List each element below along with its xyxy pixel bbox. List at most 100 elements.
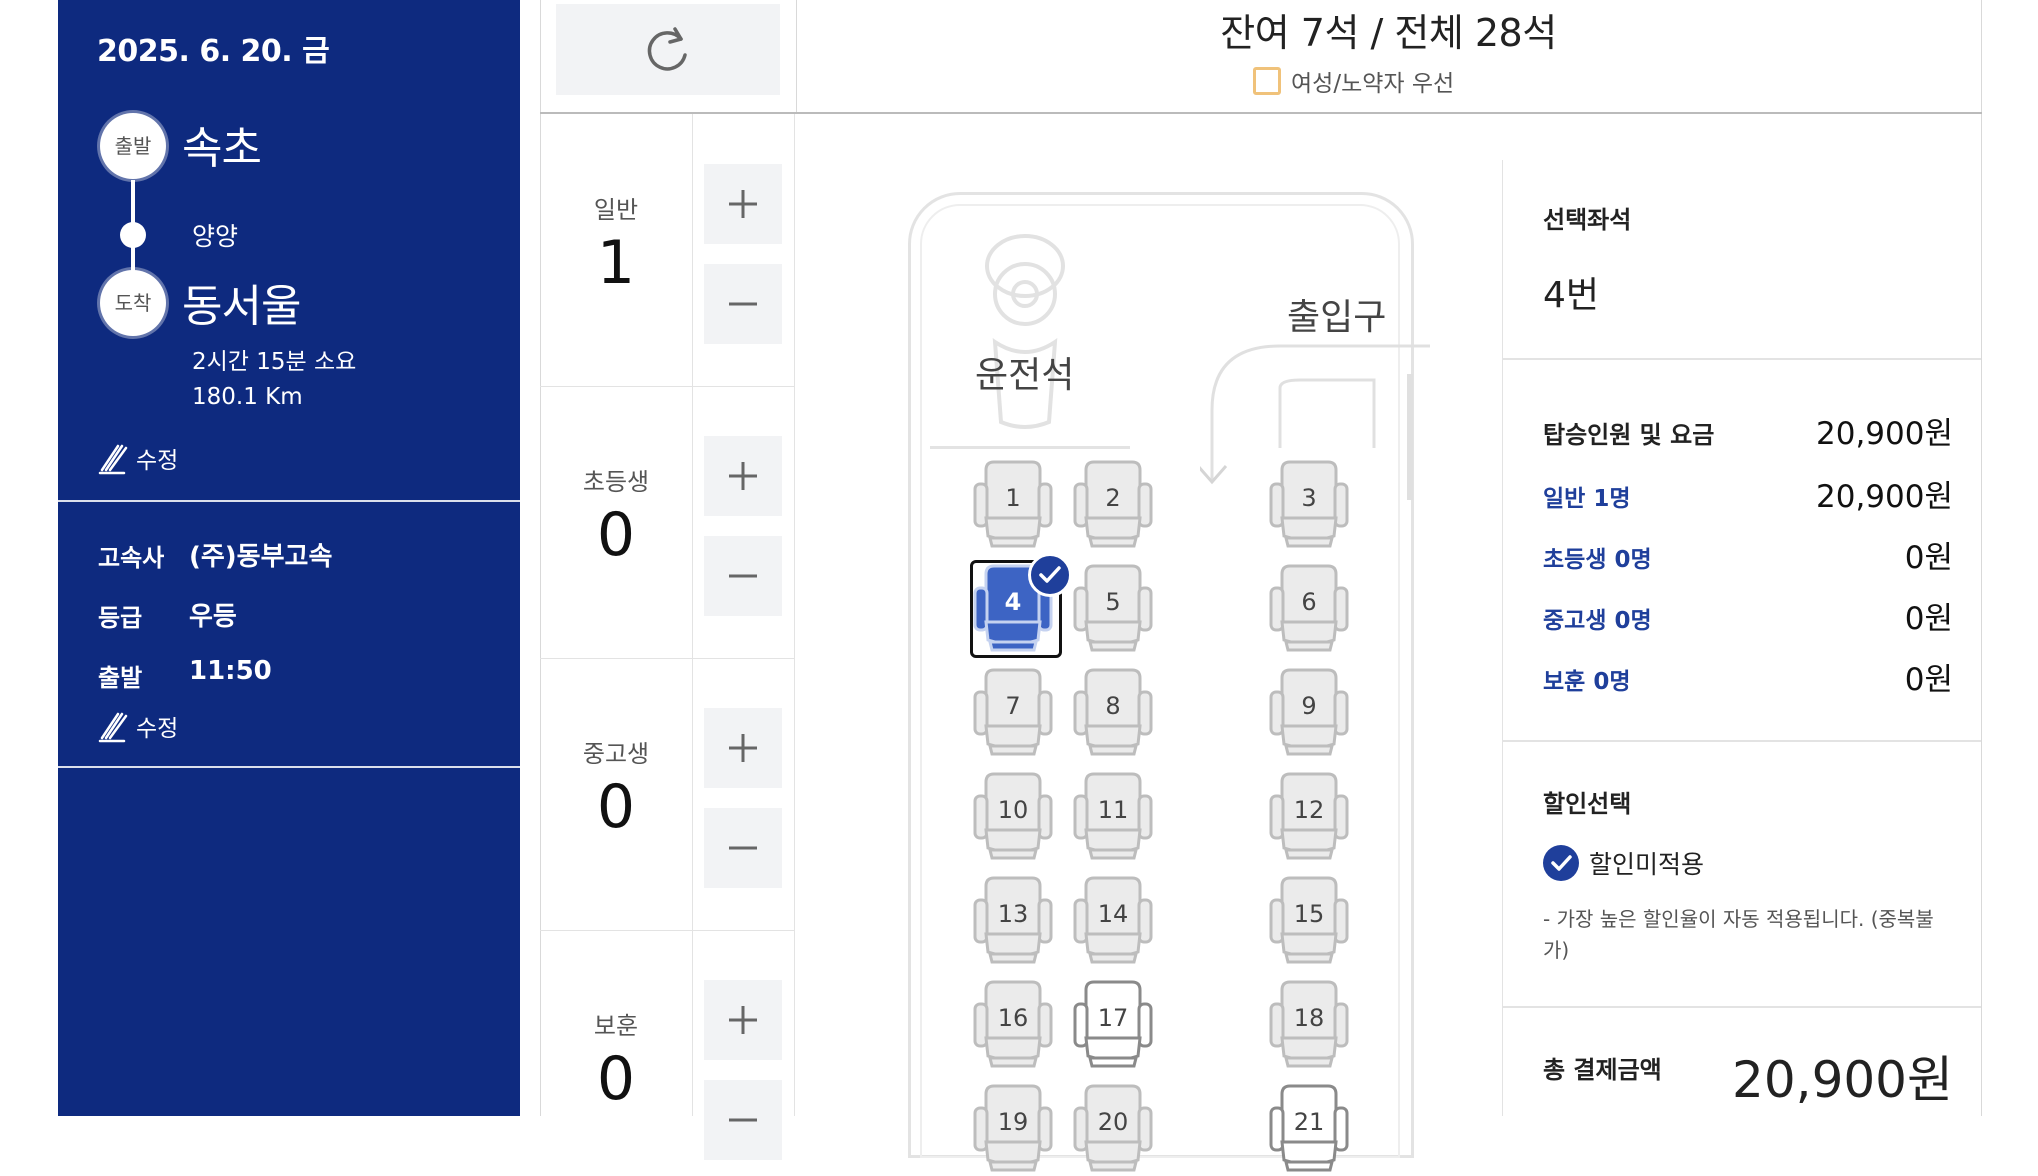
seat-number: 9: [1301, 692, 1317, 720]
counter-label: 일반: [593, 196, 639, 224]
grade-value: 우등: [189, 602, 237, 632]
minus-icon: [729, 1118, 757, 1122]
counter-value: 0: [596, 1044, 636, 1114]
minus-icon: [729, 574, 757, 578]
divider: [540, 112, 1982, 114]
seat-15: 15: [1268, 874, 1350, 964]
discount-note: - 가장 높은 할인율이 자동 적용됩니다. (중복불가): [1543, 907, 1934, 962]
discount-option[interactable]: 할인미적용: [1543, 845, 1704, 881]
pencil-icon: [98, 444, 128, 475]
radio-checked-icon[interactable]: [1543, 845, 1579, 881]
duration: 2시간 15분 소요: [192, 349, 357, 375]
pencil-icon: [98, 712, 128, 743]
seat-number: 21: [1293, 1108, 1325, 1136]
divider: [540, 386, 794, 387]
seat-3: 3: [1268, 458, 1350, 548]
travel-date: 2025. 6. 20. 금: [97, 34, 330, 69]
counter-label: 중고생: [582, 740, 650, 768]
increment-button[interactable]: [704, 436, 782, 516]
seat-number: 18: [1293, 1004, 1325, 1032]
plus-icon: [729, 462, 757, 490]
seat-9: 9: [1268, 666, 1350, 756]
depart-time-value: 11:50: [189, 656, 272, 686]
divider: [1981, 0, 1982, 1116]
arrive-city: 동서울: [182, 281, 301, 332]
plus-icon: [729, 734, 757, 762]
remaining-seats: 잔여 7석 / 전체 28석: [1220, 11, 1557, 55]
seat-1: 1: [972, 458, 1054, 548]
priority-checkbox[interactable]: [1253, 67, 1281, 95]
selected-seat-value: 4번: [1543, 275, 1600, 316]
fare-row-amount: 20,900원: [1816, 479, 1953, 515]
seat-number: 14: [1097, 900, 1129, 928]
decrement-button[interactable]: [704, 1080, 782, 1160]
seat-number: 11: [1097, 796, 1129, 824]
decrement-button[interactable]: [704, 264, 782, 344]
decrement-button[interactable]: [704, 536, 782, 616]
fare-row-amount: 0원: [1904, 662, 1953, 698]
increment-button[interactable]: [704, 980, 782, 1060]
seat-number: 3: [1301, 484, 1317, 512]
seat-10: 10: [972, 770, 1054, 860]
seat-number: 13: [997, 900, 1029, 928]
company-key: 고속사: [98, 544, 165, 572]
fare-row-label: 보훈 0명: [1543, 669, 1631, 695]
seat-8: 8: [1072, 666, 1154, 756]
depart-badge: 출발: [100, 113, 166, 179]
divider: [1502, 740, 1981, 742]
selected-seat-title: 선택좌석: [1543, 206, 1632, 234]
plus-icon: [729, 190, 757, 218]
refresh-icon: [647, 26, 687, 71]
increment-button[interactable]: [704, 708, 782, 788]
minus-icon: [729, 302, 757, 306]
seat-7: 7: [972, 666, 1054, 756]
arrive-badge: 도착: [100, 270, 166, 336]
discount-option-label: 할인미적용: [1589, 850, 1705, 879]
seat-20: 20: [1072, 1082, 1154, 1172]
depart-city: 속초: [182, 123, 262, 174]
seat-21[interactable]: 21: [1268, 1082, 1350, 1172]
fare-row-label: 중고생 0명: [1543, 608, 1652, 634]
seat-number: 6: [1301, 588, 1317, 616]
seat-5: 5: [1072, 562, 1154, 652]
fare-total: 20,900원: [1816, 416, 1953, 452]
increment-button[interactable]: [704, 164, 782, 244]
seat-number: 20: [1097, 1108, 1129, 1136]
company-value: (주)동부고속: [189, 542, 333, 572]
seat-number: 16: [997, 1004, 1029, 1032]
divider: [58, 766, 520, 768]
discount-title: 할인선택: [1543, 790, 1632, 818]
seat-number: 8: [1105, 692, 1121, 720]
counter-label: 보훈: [593, 1012, 639, 1040]
seat-number: 19: [997, 1108, 1029, 1136]
fare-row-amount: 0원: [1904, 601, 1953, 637]
edit-route-button[interactable]: 수정: [98, 440, 178, 476]
edit-bus-button[interactable]: 수정: [98, 708, 178, 744]
seat-12: 12: [1268, 770, 1350, 860]
depart-time-key: 출발: [98, 664, 143, 692]
seat-number: 10: [997, 796, 1029, 824]
seat-2: 2: [1072, 458, 1154, 548]
seat-13: 13: [972, 874, 1054, 964]
seat-number: 12: [1293, 796, 1325, 824]
fare-row-label: 일반 1명: [1543, 486, 1631, 512]
divider: [1502, 358, 1981, 360]
total-label: 총 결제금액: [1543, 1056, 1662, 1084]
divider: [692, 114, 693, 1116]
seat-number: 15: [1293, 900, 1325, 928]
driver-seat-label: 운전석: [975, 355, 1075, 396]
decrement-button[interactable]: [704, 808, 782, 888]
seat-17[interactable]: 17: [1072, 978, 1154, 1068]
trip-info-panel: 2025. 6. 20. 금 출발 속초 양양 도착 동서울 2시간 15분 소…: [58, 0, 520, 1116]
via-city: 양양: [192, 222, 239, 251]
divider: [540, 930, 794, 931]
priority-seat-toggle[interactable]: 여성/노약자 우선: [1253, 64, 1454, 98]
priority-label: 여성/노약자 우선: [1291, 71, 1455, 97]
seat-16: 16: [972, 978, 1054, 1068]
driver-seat-icon: [985, 234, 1065, 429]
counter-value: 0: [596, 772, 636, 842]
refresh-button[interactable]: [556, 4, 780, 95]
divider: [540, 658, 794, 659]
total-amount: 20,900원: [1732, 1051, 1953, 1109]
seat-18: 18: [1268, 978, 1350, 1068]
